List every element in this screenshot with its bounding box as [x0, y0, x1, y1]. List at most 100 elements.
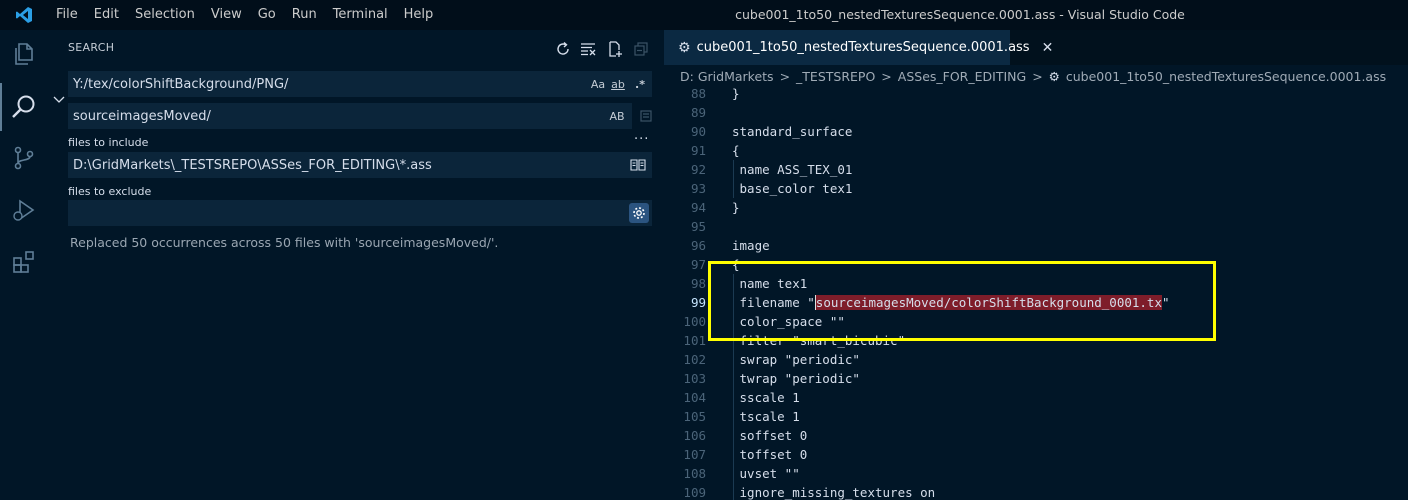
line-text: name ASS_TEX_01 — [732, 162, 853, 177]
code-line: 98 name tex1 — [664, 274, 1408, 293]
toggle-replace-chevron-icon[interactable] — [52, 92, 66, 106]
code-line: 108 uvset "" — [664, 464, 1408, 483]
exclude-label: files to exclude — [68, 185, 152, 198]
open-editors-book-icon[interactable] — [629, 157, 647, 173]
code-editor[interactable]: 88} 89 90 standard_surface 91 {92 name ASS_TE… — [664, 84, 1408, 500]
line-number: 106 — [683, 428, 706, 443]
sidebar-title: SEARCH — [68, 41, 115, 54]
line-number: 98 — [690, 276, 706, 291]
code-line: 88} — [664, 84, 1408, 103]
line-text: name tex1 — [732, 276, 808, 291]
line-number: 89 — [690, 105, 706, 120]
breadcrumb-item[interactable]: ASSes_FOR_EDITING — [898, 69, 1026, 84]
line-number: 95 — [690, 219, 706, 234]
code-line: 100 color_space "" — [664, 312, 1408, 331]
line-text: toffset 0 — [732, 447, 808, 462]
menu-go[interactable]: Go — [250, 0, 284, 30]
breadcrumb-item[interactable]: cube001_1to50_nestedTexturesSequence.000… — [1066, 69, 1386, 84]
line-number: 100 — [683, 314, 706, 329]
line-text: standard_surface — [732, 124, 853, 139]
window-title: cube001_1to50_nestedTexturesSequence.000… — [735, 7, 1185, 22]
code-line: 99 filename "sourceimagesMoved/colorShif… — [664, 293, 1408, 312]
line-number: 92 — [690, 162, 706, 177]
menu-run[interactable]: Run — [284, 0, 325, 30]
match-whole-word-toggle[interactable]: ab — [609, 76, 627, 92]
code-line: 94} — [664, 198, 1408, 217]
code-line: 105 tscale 1 — [664, 407, 1408, 426]
line-text: { — [732, 143, 740, 158]
line-number: 101 — [683, 333, 706, 348]
menu-bar: File Edit Selection View Go Run Terminal Help — [48, 0, 441, 30]
editor-tab[interactable]: ⚙ cube001_1to50_nestedTexturesSequence.0… — [664, 30, 1053, 65]
include-field — [68, 152, 652, 178]
include-input[interactable] — [73, 153, 573, 177]
search-field: Aa ab .* — [68, 71, 652, 97]
title-bar: File Edit Selection View Go Run Terminal Help c… — [0, 0, 1408, 30]
source-control-icon[interactable] — [0, 134, 48, 182]
extensions-icon[interactable] — [0, 238, 48, 286]
replace-input[interactable] — [73, 104, 573, 128]
code-line: 101 filter "smart_bicubic" — [664, 331, 1408, 350]
new-search-editor-icon[interactable] — [604, 38, 626, 60]
breadcrumb-item[interactable]: _TESTSREPO — [796, 69, 875, 84]
close-tab-icon[interactable]: ✕ — [1042, 40, 1054, 56]
menu-selection[interactable]: Selection — [127, 0, 203, 30]
exclude-input[interactable] — [73, 201, 573, 225]
line-number: 90 — [690, 124, 706, 139]
code-line: 92 name ASS_TEX_01 — [664, 160, 1408, 179]
file-settings-icon: ⚙ — [1048, 68, 1060, 84]
use-exclude-settings-gear-icon[interactable] — [629, 203, 649, 223]
file-settings-icon: ⚙ — [678, 39, 691, 56]
line-text-prefix: filename " — [732, 295, 815, 310]
line-text: { — [732, 257, 740, 272]
search-match-highlight: sourceimagesMoved/colorShiftBackground_0… — [815, 295, 1162, 310]
line-text: ignore_missing_textures on — [732, 485, 936, 500]
line-text: soffset 0 — [732, 428, 808, 443]
menu-file[interactable]: File — [48, 0, 86, 30]
code-line: 103 twrap "periodic" — [664, 369, 1408, 388]
line-text: tscale 1 — [732, 409, 800, 424]
code-line: 93 base_color tex1 — [664, 179, 1408, 198]
line-number: 93 — [690, 181, 706, 196]
line-number: 96 — [690, 238, 706, 253]
use-regex-toggle[interactable]: .* — [631, 76, 649, 92]
search-input[interactable] — [73, 72, 573, 96]
match-case-toggle[interactable]: Aa — [589, 76, 607, 92]
line-text: image — [732, 238, 770, 253]
exclude-field — [68, 200, 652, 226]
line-text: color_space "" — [732, 314, 845, 329]
line-text: base_color tex1 — [732, 181, 853, 196]
run-debug-icon[interactable] — [0, 186, 48, 234]
line-text: } — [732, 86, 740, 101]
line-number: 109 — [683, 485, 706, 500]
line-number: 91 — [690, 143, 706, 158]
collapse-all-icon[interactable] — [630, 38, 652, 60]
replace-all-icon[interactable] — [638, 108, 654, 124]
clear-results-icon[interactable] — [577, 38, 599, 60]
line-number: 88 — [690, 86, 706, 101]
preserve-case-toggle[interactable]: AB — [607, 108, 627, 124]
explorer-icon[interactable] — [0, 30, 48, 78]
editor-area: ⚙ cube001_1to50_nestedTexturesSequence.0… — [664, 30, 1408, 500]
tab-label: cube001_1to50_nestedTexturesSequence.000… — [696, 40, 1030, 55]
search-icon[interactable] — [0, 83, 48, 131]
line-number: 108 — [683, 466, 706, 481]
code-line: 102 swrap "periodic" — [664, 350, 1408, 369]
more-options-button[interactable]: ... — [634, 128, 649, 143]
breadcrumb-item[interactable]: GridMarkets — [698, 69, 774, 84]
line-text: filename "sourceimagesMoved/colorShiftBa… — [732, 293, 1170, 312]
breadcrumb-item[interactable]: D: — [680, 69, 694, 84]
menu-terminal[interactable]: Terminal — [325, 0, 396, 30]
line-number: 103 — [683, 371, 706, 386]
menu-view[interactable]: View — [203, 0, 250, 30]
breadcrumb-separator-icon: > — [779, 68, 791, 84]
line-text: filter "smart_bicubic" — [732, 333, 906, 348]
line-number: 102 — [683, 352, 706, 367]
code-line: 90 standard_surface — [664, 122, 1408, 141]
menu-help[interactable]: Help — [396, 0, 442, 30]
refresh-icon[interactable] — [552, 38, 574, 60]
indent-guide — [733, 160, 734, 198]
menu-edit[interactable]: Edit — [86, 0, 127, 30]
activity-bar — [0, 30, 48, 500]
include-label: files to include — [68, 136, 149, 149]
